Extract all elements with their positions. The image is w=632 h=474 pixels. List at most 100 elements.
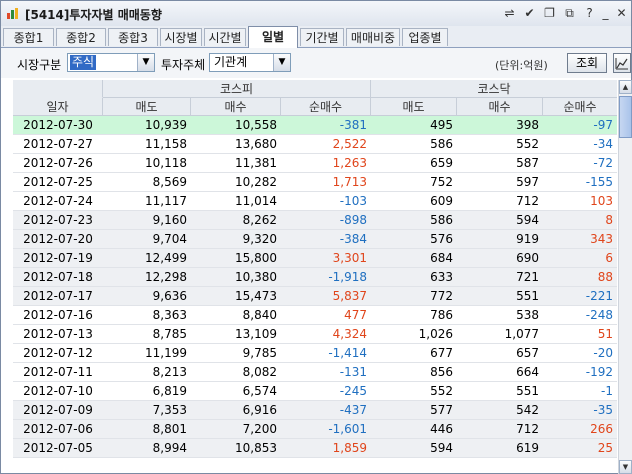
search-button[interactable]: 조회 — [567, 53, 607, 73]
table-row[interactable]: 2012-07-19 12,499 15,800 3,301 684 690 6 — [13, 249, 617, 268]
table-row[interactable]: 2012-07-10 6,819 6,574 -245 552 551 -1 — [13, 382, 617, 401]
cell-kosdaq-buy: 721 — [516, 270, 539, 284]
tab-by-time[interactable]: 시간별 — [204, 28, 246, 46]
tab-by-period[interactable]: 기간별 — [300, 28, 344, 46]
table-row[interactable]: 2012-07-05 8,994 10,853 1,859 594 619 25 — [13, 439, 617, 458]
cell-kospi-buy: 10,558 — [235, 118, 277, 132]
cell-kosdaq-sell: 576 — [430, 232, 453, 246]
cell-kospi-sell: 12,499 — [145, 251, 187, 265]
cell-kospi-net: 1,859 — [332, 441, 367, 455]
cell-kosdaq-sell: 446 — [430, 422, 453, 436]
cell-kospi-buy: 15,473 — [235, 289, 277, 303]
cell-kospi-buy: 10,282 — [235, 175, 277, 189]
table-row[interactable]: 2012-07-09 7,353 6,916 -437 577 542 -35 — [13, 401, 617, 420]
tab-by-market[interactable]: 시장별 — [160, 28, 202, 46]
link-icon[interactable]: ⇌ — [503, 7, 516, 20]
cell-kospi-sell: 8,213 — [152, 365, 187, 379]
help-icon[interactable]: ? — [583, 7, 596, 20]
cell-date: 2012-07-10 — [23, 384, 93, 398]
cell-kospi-sell: 12,298 — [145, 270, 187, 284]
dropdown-arrow-icon[interactable]: ▼ — [137, 54, 154, 71]
cell-kosdaq-net: -97 — [593, 118, 613, 132]
cell-kospi-net: 2,522 — [332, 137, 367, 151]
investor-select[interactable]: 기관계 ▼ — [209, 53, 291, 72]
table-row[interactable]: 2012-07-06 8,801 7,200 -1,601 446 712 266 — [13, 420, 617, 439]
market-label: 시장구분 — [17, 58, 62, 72]
cell-kospi-buy: 11,381 — [235, 156, 277, 170]
cell-kosdaq-sell: 594 — [430, 441, 453, 455]
cell-kosdaq-net: -248 — [585, 308, 613, 322]
header-date: 일자 — [13, 98, 103, 116]
cell-kosdaq-net: 51 — [597, 327, 613, 341]
cell-kospi-sell: 11,158 — [145, 137, 187, 151]
table-row[interactable]: 2012-07-16 8,363 8,840 477 786 538 -248 — [13, 306, 617, 325]
minimize-icon[interactable]: _ — [599, 7, 612, 20]
header-kospi-buy: 매수 — [191, 98, 281, 116]
cell-kospi-sell: 6,819 — [152, 384, 187, 398]
scroll-up-icon[interactable]: ▲ — [619, 80, 632, 94]
investor-label: 투자주체 — [161, 58, 206, 72]
cell-kosdaq-net: 25 — [597, 441, 613, 455]
check-icon[interactable]: ✔ — [523, 7, 536, 20]
table-row[interactable]: 2012-07-25 8,569 10,282 1,713 752 597 -155 — [13, 173, 617, 192]
cell-kospi-net: 1,263 — [332, 156, 367, 170]
cell-kospi-buy: 7,200 — [242, 422, 277, 436]
close-icon[interactable]: ✕ — [615, 7, 628, 20]
table-row[interactable]: 2012-07-23 9,160 8,262 -898 586 594 8 — [13, 211, 617, 230]
cell-kospi-sell: 8,785 — [152, 327, 187, 341]
window: [5414]투자자별 매매동향 ⇌ ✔ ❐ ⧉ ? _ ✕ 종합1 종합2 종합… — [0, 0, 632, 474]
vertical-scrollbar[interactable]: ▲ ▼ — [618, 80, 632, 474]
cell-kosdaq-net: -1 — [601, 384, 613, 398]
cell-kospi-sell: 9,160 — [152, 213, 187, 227]
tab-daily[interactable]: 일별 — [248, 26, 298, 48]
cell-kosdaq-buy: 712 — [516, 194, 539, 208]
tab-summary3[interactable]: 종합3 — [108, 28, 158, 46]
tab-summary2[interactable]: 종합2 — [56, 28, 106, 46]
cell-kosdaq-net: 8 — [605, 213, 613, 227]
tab-summary1[interactable]: 종합1 — [3, 28, 54, 46]
scroll-down-icon[interactable]: ▼ — [619, 460, 632, 474]
cell-kosdaq-net: -221 — [585, 289, 613, 303]
cell-date: 2012-07-19 — [23, 251, 93, 265]
cell-date: 2012-07-06 — [23, 422, 93, 436]
header-kospi: 코스피 — [103, 80, 371, 98]
cell-kospi-buy: 10,380 — [235, 270, 277, 284]
cell-kospi-buy: 6,574 — [242, 384, 277, 398]
table-row[interactable]: 2012-07-20 9,704 9,320 -384 576 919 343 — [13, 230, 617, 249]
table-row[interactable]: 2012-07-24 11,117 11,014 -103 609 712 103 — [13, 192, 617, 211]
cell-kospi-buy: 8,262 — [242, 213, 277, 227]
cell-kospi-net: -1,918 — [328, 270, 367, 284]
table-row[interactable]: 2012-07-12 11,199 9,785 -1,414 677 657 -20 — [13, 344, 617, 363]
cell-kospi-sell: 9,636 — [152, 289, 187, 303]
cell-kosdaq-buy: 664 — [516, 365, 539, 379]
header-kosdaq-buy: 매수 — [457, 98, 543, 116]
table-row[interactable]: 2012-07-17 9,636 15,473 5,837 772 551 -221 — [13, 287, 617, 306]
filter-bar: 시장구분 주식 ▼ 투자주체 기관계 ▼ (단위:억원) 조회 — [1, 48, 631, 78]
cell-kosdaq-buy: 552 — [516, 137, 539, 151]
cell-kosdaq-buy: 1,077 — [504, 327, 539, 341]
cell-kospi-net: 3,301 — [332, 251, 367, 265]
cell-kospi-sell: 9,704 — [152, 232, 187, 246]
cell-kosdaq-buy: 551 — [516, 289, 539, 303]
table-row[interactable]: 2012-07-13 8,785 13,109 4,324 1,026 1,077 51 — [13, 325, 617, 344]
table-row[interactable]: 2012-07-11 8,213 8,082 -131 856 664 -192 — [13, 363, 617, 382]
cell-date: 2012-07-05 — [23, 441, 93, 455]
restore-icon[interactable]: ⧉ — [563, 7, 576, 20]
cell-kospi-net: 1,713 — [332, 175, 367, 189]
tab-trade-ratio[interactable]: 매매비중 — [346, 28, 400, 46]
header-kosdaq-net: 순매수 — [543, 98, 617, 116]
table-row[interactable]: 2012-07-30 10,939 10,558 -381 495 398 -97 — [13, 116, 617, 135]
market-select[interactable]: 주식 ▼ — [67, 53, 155, 72]
dropdown-arrow-icon[interactable]: ▼ — [273, 54, 290, 71]
scroll-thumb[interactable] — [619, 96, 632, 138]
table-row[interactable]: 2012-07-27 11,158 13,680 2,522 586 552 -34 — [13, 135, 617, 154]
tab-by-sector[interactable]: 업종별 — [402, 28, 448, 46]
investor-select-value: 기관계 — [214, 55, 248, 69]
chart-button[interactable] — [613, 53, 631, 73]
cell-kospi-sell: 11,117 — [145, 194, 187, 208]
table-row[interactable]: 2012-07-26 10,118 11,381 1,263 659 587 -72 — [13, 154, 617, 173]
copy-icon[interactable]: ❐ — [543, 7, 556, 20]
cell-kospi-net: 5,837 — [332, 289, 367, 303]
cell-kosdaq-buy: 657 — [516, 346, 539, 360]
table-row[interactable]: 2012-07-18 12,298 10,380 -1,918 633 721 88 — [13, 268, 617, 287]
